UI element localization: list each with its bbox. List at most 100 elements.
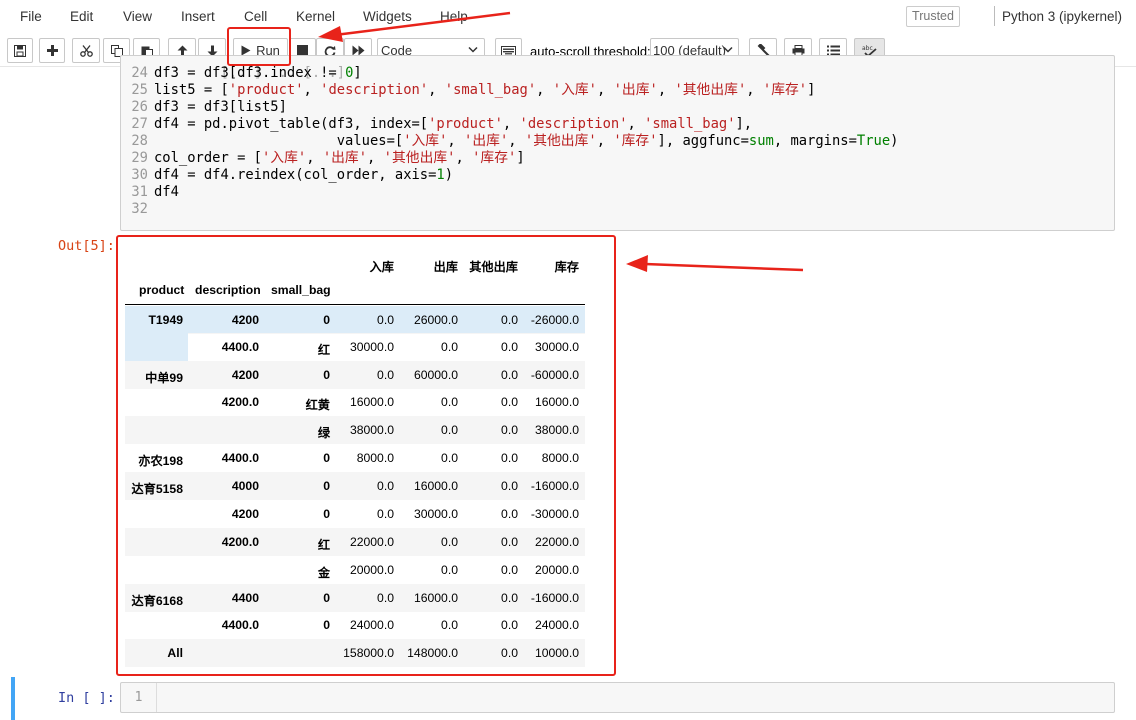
code-token: 'product' <box>428 116 503 132</box>
svg-text:abc: abc <box>862 45 873 52</box>
code-token: '其他出库' <box>524 133 597 149</box>
line-number: 30 <box>131 167 148 183</box>
code-token: , <box>303 82 321 98</box>
save-icon <box>14 44 26 57</box>
code-line: 24 df3 = df3[df3.index != 0] <box>121 65 362 82</box>
code-token: True <box>856 133 891 149</box>
menu-insert[interactable]: Insert <box>181 9 215 24</box>
code-token: , <box>306 150 323 166</box>
plus-icon <box>46 45 58 56</box>
code-token: ] <box>516 150 525 166</box>
code-token: '出库' <box>613 82 658 98</box>
menu-file[interactable]: File <box>20 9 42 24</box>
code-line: 32 <box>121 201 154 218</box>
annotation-highlight-run <box>227 27 291 66</box>
menubar: File Edit View Insert Cell Kernel Widget… <box>0 0 1136 33</box>
code-token: '库存' <box>762 82 808 98</box>
code-token: '入库' <box>261 150 307 166</box>
code-token: df4 = pd.pivot_table(df3, index=[ <box>154 116 429 132</box>
code-token: col_order = [ <box>154 150 262 166</box>
menu-cell[interactable]: Cell <box>244 9 267 24</box>
code-token: ], <box>735 116 753 132</box>
line-number: 32 <box>131 201 148 217</box>
code-line: 29 col_order = ['入库', '出库', '其他出库', '库存'] <box>121 150 525 167</box>
code-token: , <box>657 82 675 98</box>
code-token: , <box>746 82 763 98</box>
code-token: 'small_bag' <box>444 82 537 98</box>
code-token: 'description' <box>320 82 429 98</box>
code-token: '入库' <box>403 133 448 149</box>
line-number: 1 <box>121 683 157 712</box>
code-token: ] <box>353 65 362 81</box>
line-number: 26 <box>131 99 148 115</box>
code-line: 31 df4 <box>121 184 179 201</box>
code-token: ], aggfunc= <box>657 133 749 149</box>
code-token: ) <box>890 133 899 149</box>
code-token: '其他出库' <box>383 150 456 166</box>
code-token: , <box>596 133 614 149</box>
kernel-name[interactable]: Python 3 (ipykernel) <box>1002 9 1122 24</box>
input-prompt: In [ ]: <box>58 690 115 706</box>
insert-cell-button[interactable] <box>39 38 65 63</box>
code-token: sum <box>748 133 774 149</box>
code-token: , <box>447 133 465 149</box>
code-token: df3 = df3[list5] <box>154 99 287 115</box>
line-number: 28 <box>131 133 148 149</box>
code-token: '入库' <box>552 82 597 98</box>
menu-edit[interactable]: Edit <box>70 9 93 24</box>
menu-widgets[interactable]: Widgets <box>363 9 412 24</box>
code-token: ] <box>807 82 816 98</box>
code-line: 28 values=['入库', '出库', '其他出库', '库存'], ag… <box>121 133 898 150</box>
line-number: 24 <box>131 65 148 81</box>
code-token: list5 = [ <box>154 82 229 98</box>
code-line: 30 df4 = df4.reindex(col_order, axis=1) <box>121 167 453 184</box>
code-token: df4 = df4.reindex(col_order, axis= <box>154 167 437 183</box>
code-token: , <box>428 82 445 98</box>
code-token: values=[ <box>154 133 404 149</box>
empty-input-cell[interactable]: 1 <box>120 682 1115 713</box>
selected-cell-indicator <box>11 677 15 720</box>
line-number: 27 <box>131 116 148 132</box>
code-token: 1 <box>436 167 445 183</box>
line-number: 25 <box>131 82 148 98</box>
chevron-down-icon <box>468 46 478 53</box>
code-token: '出库' <box>464 133 509 149</box>
menu-view[interactable]: View <box>123 9 152 24</box>
code-line: 25 list5 = ['product', 'description', 'sm… <box>121 82 815 99</box>
code-token: , <box>455 150 473 166</box>
code-token: , <box>627 116 645 132</box>
menu-help[interactable]: Help <box>440 9 468 24</box>
code-token: , <box>508 133 525 149</box>
code-token: , <box>536 82 553 98</box>
code-token: , <box>367 150 384 166</box>
cut-button[interactable] <box>72 38 100 63</box>
code-token: '其他出库' <box>674 82 747 98</box>
kernel-separator <box>994 6 995 26</box>
code-token: 'small_bag' <box>644 116 736 132</box>
scissors-icon <box>79 44 93 57</box>
save-button[interactable] <box>7 38 33 63</box>
code-line: 27 df4 = pd.pivot_table(df3, index=['prod… <box>121 116 752 133</box>
menu-kernel[interactable]: Kernel <box>296 9 335 24</box>
annotation-arrowhead-output <box>626 255 648 272</box>
line-number: 31 <box>131 184 148 200</box>
chevron-down-icon <box>723 46 733 53</box>
code-line: 26 df3 = df3[list5] <box>121 99 287 116</box>
code-token: '库存' <box>472 150 517 166</box>
code-token: '库存' <box>613 133 658 149</box>
annotation-arrow-output <box>644 262 804 272</box>
code-token: df4 <box>154 184 179 200</box>
keyboard-icon <box>501 45 516 56</box>
code-token: 'description' <box>519 116 628 132</box>
code-token: ) <box>444 167 454 183</box>
code-token: , <box>502 116 520 132</box>
code-token: , margins= <box>773 133 857 149</box>
code-token: '出库' <box>322 150 368 166</box>
line-number: 29 <box>131 150 148 166</box>
annotation-highlight-output <box>116 235 616 676</box>
code-token: , <box>596 82 614 98</box>
trusted-indicator[interactable]: Trusted <box>906 6 960 27</box>
code-token: 'product' <box>228 82 304 98</box>
code-cell[interactable]: [...] ... [...] 24 df3 = df3[df3.index !=… <box>120 55 1115 231</box>
output-prompt: Out[5]: <box>58 238 115 254</box>
